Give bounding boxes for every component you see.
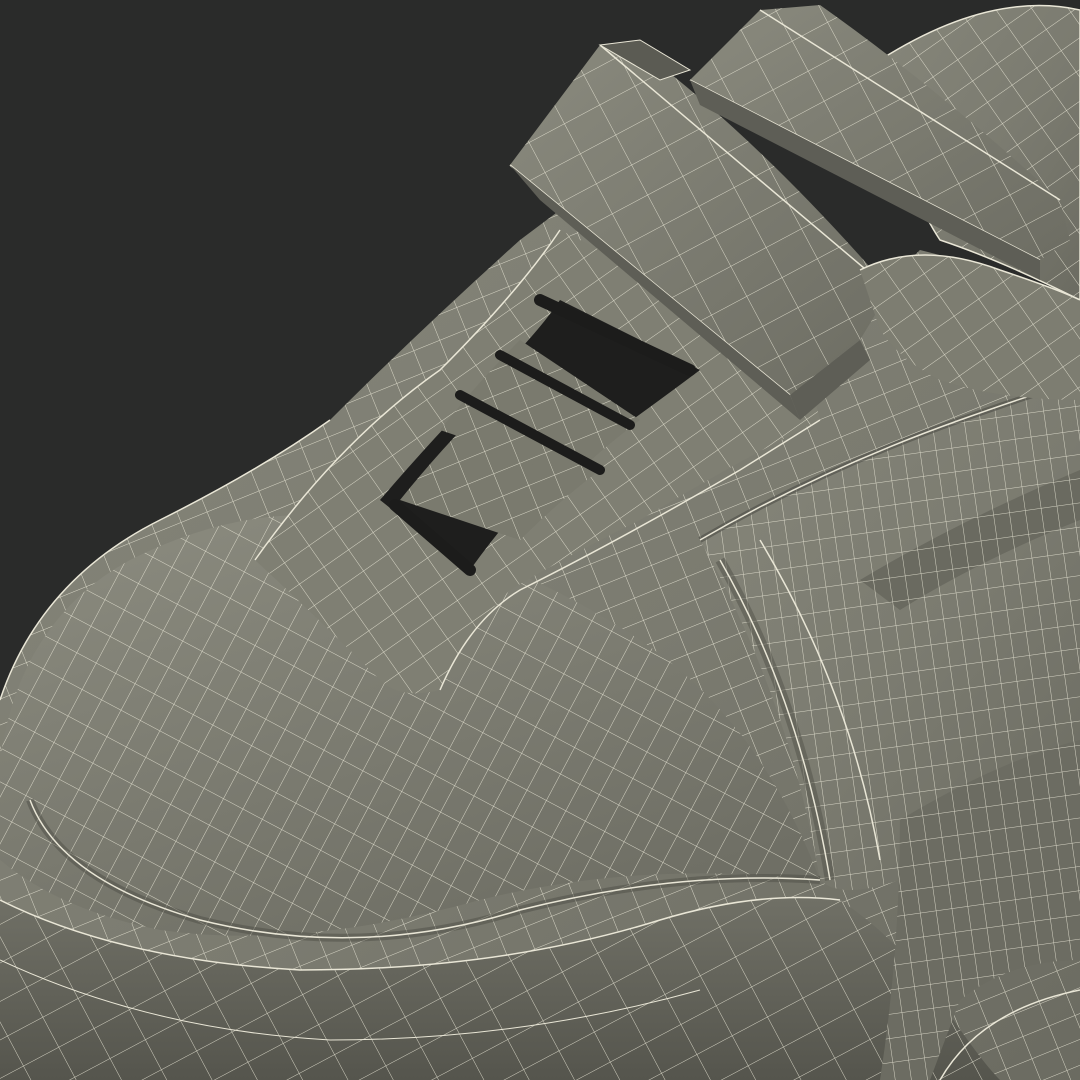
sneaker-wireframe-render — [0, 4, 1080, 1080]
render-viewport — [0, 0, 1080, 1080]
